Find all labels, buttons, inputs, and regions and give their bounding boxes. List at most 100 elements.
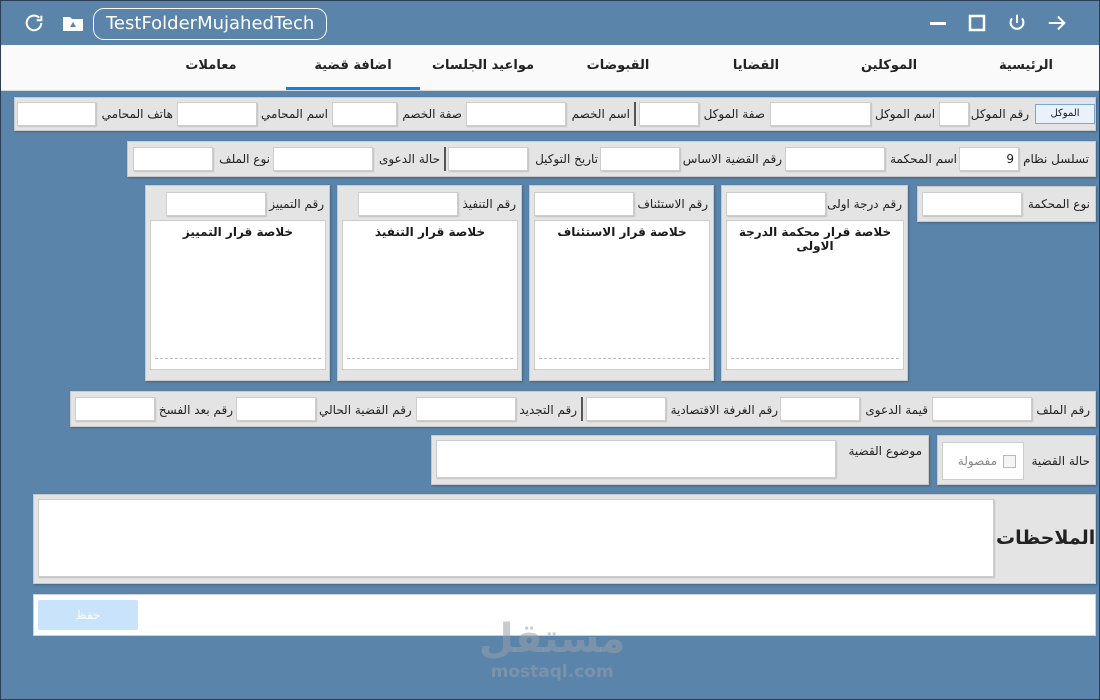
file-type-label: نوع الملف	[219, 152, 270, 166]
first-degree-summary[interactable]: خلاصة قرار محكمة الدرجة الاولى	[726, 220, 904, 370]
opponent-role-label: صفة الخصم	[402, 107, 462, 121]
app-title: TestFolderMujahedTech	[93, 8, 328, 40]
opponent-name-input[interactable]	[466, 102, 566, 126]
app-window: TestFolderMujahedTech الرئيسية الموكلين …	[0, 0, 1100, 700]
separator	[634, 102, 636, 126]
tab-receipts[interactable]: القبوضات	[568, 45, 668, 90]
lawyer-phone-input[interactable]	[17, 102, 96, 126]
case-subject-panel: موضوع القضية	[431, 435, 929, 485]
post-annulment-number-input[interactable]	[75, 397, 155, 421]
economic-chamber-input[interactable]	[586, 397, 666, 421]
economic-chamber-label: رقم الغرفة الاقتصادية	[670, 403, 778, 417]
watermark: مستقل mostaql.com	[479, 616, 625, 682]
nav-tabs: الرئيسية الموكلين القضايا القبوضات مواعي…	[1, 45, 1099, 91]
court-type-panel: نوع المحكمة	[917, 186, 1096, 222]
separator	[444, 147, 446, 171]
client-number-input[interactable]	[939, 102, 969, 126]
execution-number-input[interactable]	[358, 192, 458, 216]
appeal-number-input[interactable]	[534, 192, 634, 216]
forward-arrow-icon[interactable]	[1045, 11, 1069, 35]
drive-icon[interactable]	[61, 11, 85, 35]
lawyer-name-label: اسم المحامي	[261, 107, 328, 121]
lawsuit-value-input[interactable]	[780, 397, 860, 421]
first-degree-summary-title: خلاصة قرار محكمة الدرجة الاولى	[738, 225, 892, 253]
current-case-number-input[interactable]	[236, 397, 316, 421]
case-status-label: حالة القضية	[1031, 454, 1091, 468]
tab-clients[interactable]: الموكلين	[839, 45, 939, 90]
opponent-name-label: اسم الخصم	[571, 107, 630, 121]
cassation-summary-title: خلاصة قرار التمييز	[182, 225, 294, 239]
base-case-number-label: رقم القضية الاساس	[682, 152, 782, 166]
tab-add-case[interactable]: اضافة قضية	[286, 45, 420, 90]
client-opponent-row: الموكل رقم الموكل اسم الموكل صفة الموكل …	[14, 97, 1096, 131]
file-number-label: رقم الملف	[1036, 403, 1090, 417]
client-button[interactable]: الموكل	[1035, 104, 1095, 124]
closed-checkbox[interactable]	[1003, 455, 1016, 468]
appeal-summary[interactable]: خلاصة قرار الاستئناف	[534, 220, 710, 370]
current-case-number-label: رقم القضية الحالي	[319, 403, 412, 417]
title-bar: TestFolderMujahedTech	[1, 1, 1099, 45]
client-role-label: صفة الموكل	[703, 107, 765, 121]
lawsuit-status-label: حالة الدعوى	[378, 152, 440, 166]
poa-date-label: تاريخ التوكيل	[535, 152, 598, 166]
appeal-summary-title: خلاصة قرار الاستئناف	[557, 225, 687, 239]
base-case-number-input[interactable]	[600, 147, 680, 171]
appeal-number-label: رقم الاستئناف	[637, 197, 708, 211]
client-number-label: رقم الموكل	[970, 107, 1029, 121]
client-name-label: اسم الموكل	[875, 107, 936, 121]
case-status-box: مفصولة	[942, 442, 1024, 480]
file-number-input[interactable]	[932, 397, 1032, 421]
divider	[347, 358, 513, 359]
closed-checkbox-label: مفصولة	[957, 454, 997, 468]
notes-input[interactable]	[38, 499, 994, 577]
divider	[155, 358, 321, 359]
tab-home[interactable]: الرئيسية	[976, 45, 1076, 90]
client-role-input[interactable]	[639, 102, 699, 126]
separator	[581, 397, 583, 421]
lawsuit-status-input[interactable]	[273, 147, 373, 171]
court-type-input[interactable]	[922, 192, 1022, 216]
maximize-icon[interactable]	[965, 11, 989, 35]
renewal-number-label: رقم التجديد	[519, 403, 577, 417]
notes-label: الملاحظات	[996, 527, 1096, 549]
court-info-row: تسلسل نظام 9 اسم المحكمة رقم القضية الاس…	[127, 141, 1096, 177]
divider	[731, 358, 899, 359]
lawsuit-value-label: قيمة الدعوى	[865, 403, 928, 417]
minimize-icon[interactable]	[926, 11, 950, 35]
notes-panel: الملاحظات	[33, 494, 1096, 584]
execution-card: رقم التنفيذ خلاصة قرار التنفيذ	[337, 185, 522, 381]
court-name-label: اسم المحكمة	[890, 152, 957, 166]
sequence-input[interactable]: 9	[959, 147, 1019, 171]
case-numbers-row: رقم الملف قيمة الدعوى رقم الغرفة الاقتصا…	[70, 391, 1096, 427]
tab-transactions[interactable]: معاملات	[161, 45, 261, 90]
tab-session-dates[interactable]: مواعيد الجلسات	[421, 45, 545, 90]
save-button[interactable]: حفظ	[38, 600, 138, 630]
appeal-card: رقم الاستئناف خلاصة قرار الاستئناف	[529, 185, 714, 381]
execution-summary-title: خلاصة قرار التنفيذ	[374, 225, 486, 239]
opponent-role-input[interactable]	[332, 102, 397, 126]
case-status-panel: حالة القضية مفصولة	[937, 435, 1096, 485]
divider	[539, 358, 705, 359]
cassation-card: رقم التمييز خلاصة قرار التمييز	[145, 185, 330, 381]
poa-date-input[interactable]	[448, 147, 528, 171]
post-annulment-number-label: رقم بعد الفسخ	[158, 403, 233, 417]
first-degree-number-input[interactable]	[726, 192, 826, 216]
first-degree-number-label: رقم درجة اولى	[827, 197, 902, 211]
lawyer-name-input[interactable]	[177, 102, 257, 126]
sequence-label: تسلسل نظام	[1023, 152, 1089, 166]
refresh-icon[interactable]	[22, 11, 46, 35]
case-subject-label: موضوع القضية	[848, 444, 922, 458]
client-name-input[interactable]	[770, 102, 871, 126]
cassation-number-input[interactable]	[166, 192, 266, 216]
first-degree-card: رقم درجة اولى خلاصة قرار محكمة الدرجة ال…	[721, 185, 908, 381]
case-subject-input[interactable]	[436, 440, 836, 478]
tab-cases[interactable]: القضايا	[706, 45, 806, 90]
execution-summary[interactable]: خلاصة قرار التنفيذ	[342, 220, 518, 370]
lawyer-phone-label: هاتف المحامي	[101, 107, 173, 121]
cassation-summary[interactable]: خلاصة قرار التمييز	[150, 220, 326, 370]
renewal-number-input[interactable]	[416, 397, 516, 421]
court-name-input[interactable]	[785, 147, 885, 171]
power-icon[interactable]	[1005, 11, 1029, 35]
watermark-latin: mostaql.com	[490, 662, 614, 682]
file-type-input[interactable]	[133, 147, 213, 171]
